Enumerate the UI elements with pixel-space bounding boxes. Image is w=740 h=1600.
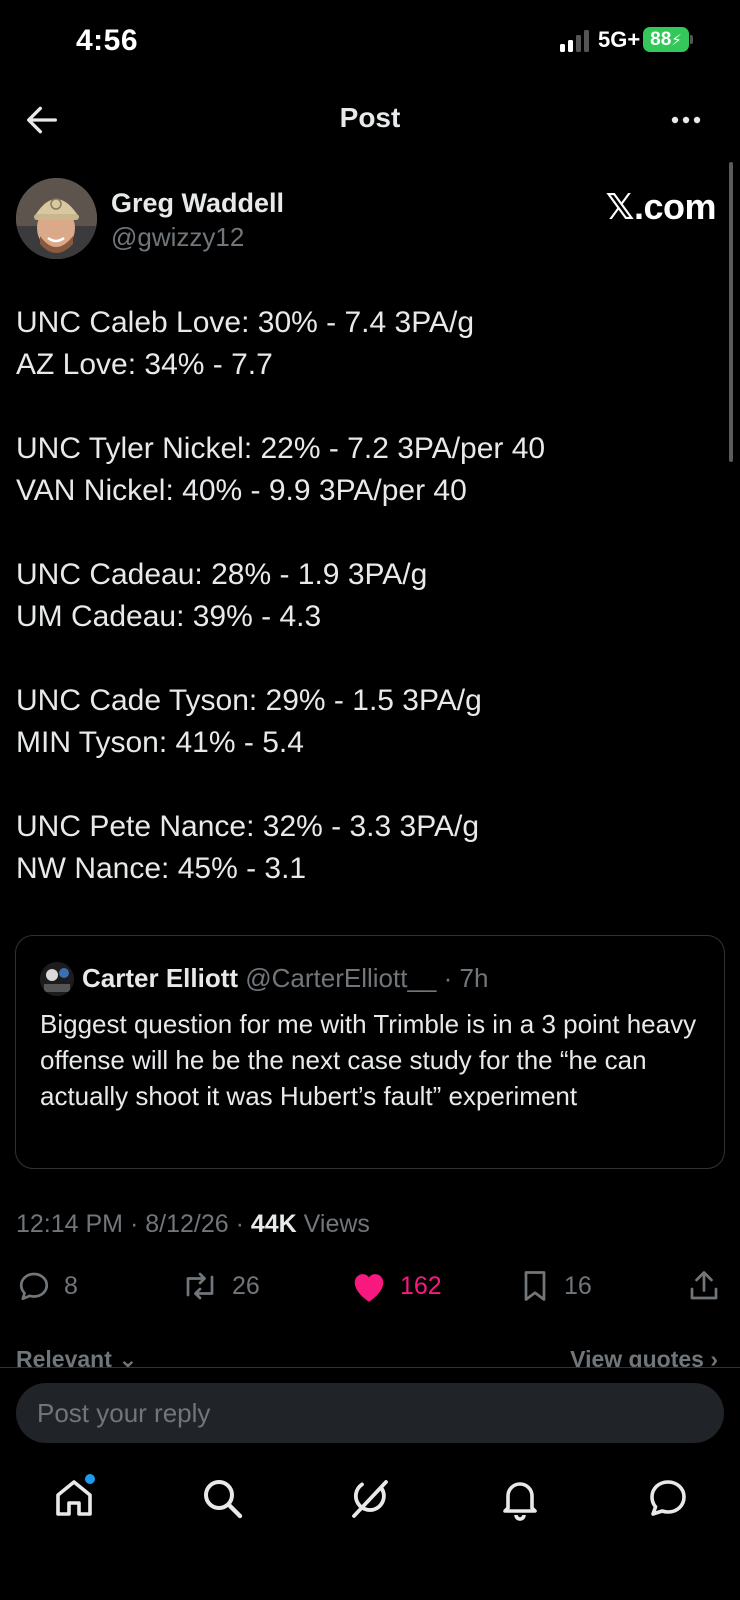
views-count[interactable]: 44K [251, 1210, 297, 1238]
quote-handle-time: @CarterElliott__ · 7h [238, 963, 489, 993]
repost-button[interactable]: 26 [180, 1264, 260, 1308]
post-line: VAN Nickel: 40% - 9.9 3PA/per 40 [16, 474, 467, 507]
heart-filled-icon [354, 1274, 384, 1302]
status-bar: 4:56 5G+ 88 ⚡ [0, 0, 740, 80]
post-line: AZ Love: 34% - 7.7 [16, 348, 273, 381]
post-author: Greg Waddell @gwizzy12 𝕏.com [16, 178, 716, 262]
messages-icon[interactable] [644, 1474, 692, 1522]
post-line-gap [16, 638, 716, 680]
repost-icon [186, 1272, 214, 1300]
post-meta: 12:14 PM · 8/12/26 · 44K Views [16, 1210, 370, 1239]
post-line: UNC Tyler Nickel: 22% - 7.2 3PA/per 40 [16, 432, 546, 465]
grok-icon[interactable] [346, 1474, 394, 1522]
author-name[interactable]: Greg Waddell [111, 188, 284, 219]
battery-icon: 88 ⚡ [643, 27, 689, 52]
network-type: 5G+ [598, 27, 641, 52]
signal-strength-icon [560, 30, 590, 52]
bookmark-button[interactable]: 16 [518, 1264, 592, 1308]
quoted-post[interactable]: Carter Elliott @CarterElliott__ · 7h Big… [15, 935, 725, 1169]
nav-bar: Post [0, 92, 740, 148]
bookmark-count: 16 [564, 1271, 592, 1300]
post-line: MIN Tyson: 41% - 5.4 [16, 726, 304, 759]
page-title: Post [339, 102, 401, 133]
post-line: NW Nance: 45% - 3.1 [16, 852, 307, 885]
replies-sort-bar: Relevant ⌄ View quotes › [16, 1342, 722, 1368]
repost-count: 26 [232, 1271, 260, 1300]
reply-icon [19, 1272, 49, 1301]
brand-watermark: 𝕏.com [605, 186, 716, 227]
post-line: UNC Cade Tyson: 29% - 1.5 3PA/g [16, 684, 482, 717]
more-horizontal-icon[interactable] [664, 100, 708, 140]
battery-level: 88 [650, 28, 672, 50]
notifications-bell-icon[interactable] [496, 1474, 544, 1522]
post-text: UNC Caleb Love: 30% - 7.4 3PA/g AZ Love:… [16, 302, 716, 890]
view-quotes-link[interactable]: View quotes › [570, 1346, 718, 1368]
share-button[interactable] [686, 1264, 722, 1308]
scrollbar[interactable] [729, 162, 733, 462]
quote-header: Carter Elliott @CarterElliott__ · 7h [82, 963, 488, 994]
reply-input[interactable]: Post your reply [16, 1383, 724, 1443]
search-icon[interactable] [198, 1474, 246, 1522]
reply-count: 8 [64, 1271, 78, 1300]
post-line-gap [16, 386, 716, 428]
sort-relevant-dropdown[interactable]: Relevant ⌄ [16, 1346, 138, 1368]
post-line: UM Cadeau: 39% - 4.3 [16, 600, 322, 633]
bookmark-icon [524, 1271, 546, 1301]
post-line: UNC Cadeau: 28% - 1.9 3PA/g [16, 558, 428, 591]
like-button[interactable]: 162 [350, 1264, 442, 1308]
like-count: 162 [400, 1271, 442, 1300]
post-actions: 8 26 162 16 [0, 1264, 740, 1314]
quote-avatar[interactable] [40, 962, 74, 996]
bottom-tab-bar [0, 1470, 740, 1530]
home-notification-dot [85, 1474, 95, 1484]
battery-cap [690, 35, 693, 44]
status-time: 4:56 [76, 24, 139, 57]
author-handle[interactable]: @gwizzy12 [111, 222, 244, 253]
post-line: UNC Pete Nance: 32% - 3.3 3PA/g [16, 810, 480, 843]
post-line: UNC Caleb Love: 30% - 7.4 3PA/g [16, 306, 475, 339]
quote-text: Biggest question for me with Trimble is … [40, 1009, 697, 1111]
post-timestamp: 12:14 PM · 8/12/26 · [16, 1210, 251, 1238]
post-line-gap [16, 764, 716, 806]
views-label[interactable]: Views [297, 1210, 370, 1238]
post-line-gap [16, 512, 716, 554]
divider [0, 1367, 740, 1368]
avatar[interactable] [16, 178, 97, 259]
quote-author-name[interactable]: Carter Elliott [82, 963, 238, 993]
share-icon [690, 1271, 718, 1300]
reply-button[interactable]: 8 [16, 1264, 78, 1308]
reply-placeholder: Post your reply [37, 1398, 211, 1428]
